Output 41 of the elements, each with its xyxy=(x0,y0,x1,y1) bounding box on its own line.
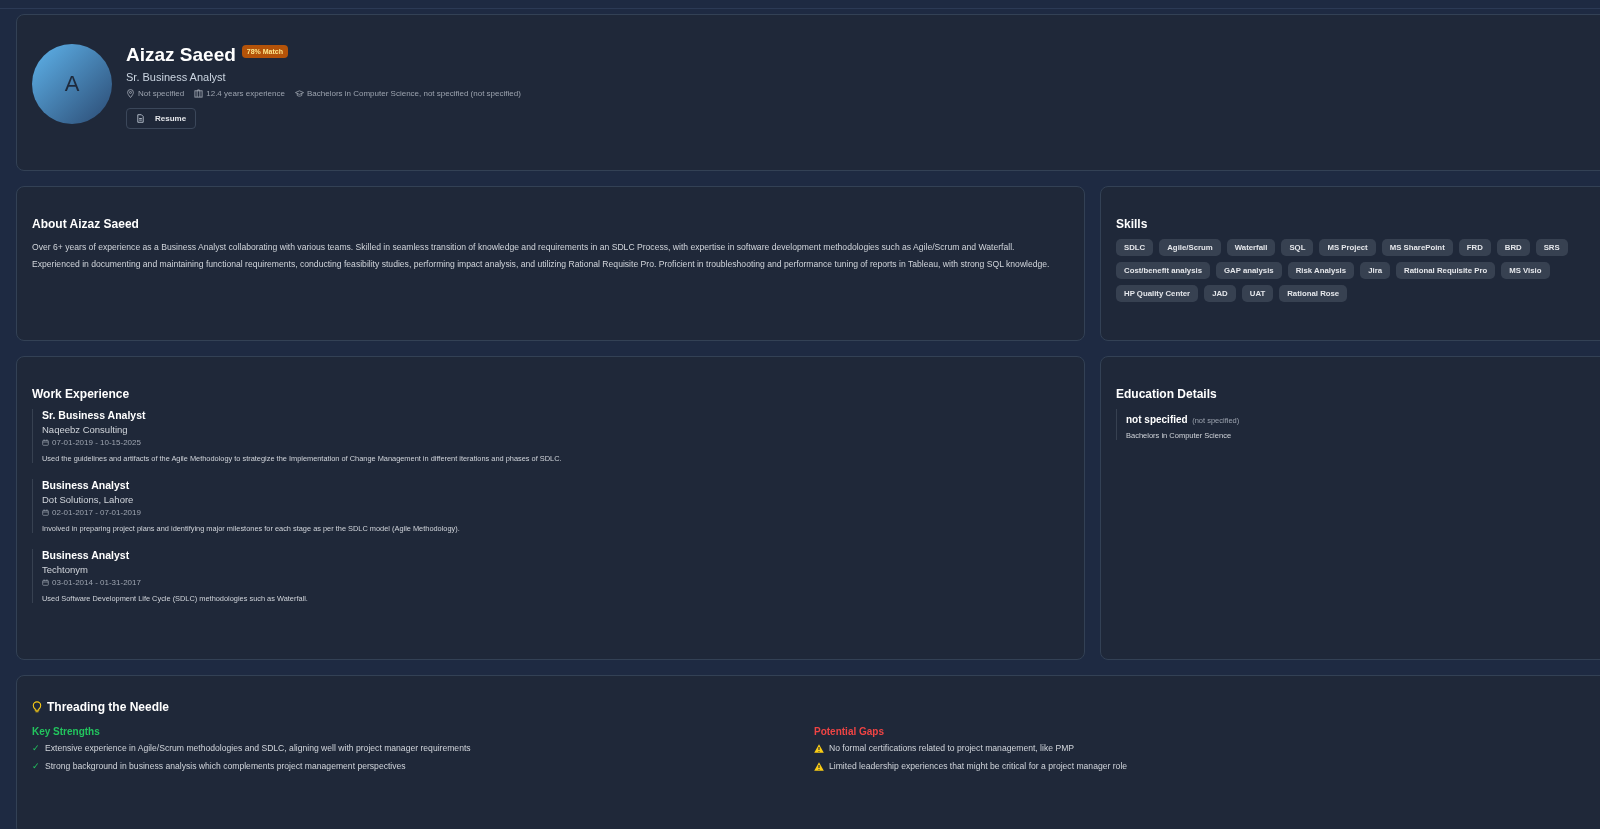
calendar-icon xyxy=(42,509,49,516)
gap-text: No formal certifications related to project management, like PMP xyxy=(829,743,1075,753)
section-heading: About Aizaz Saeed xyxy=(32,217,140,231)
date-range: 02-01-2017 - 07-01-2019 xyxy=(52,508,141,517)
section-heading: Skills xyxy=(1116,217,1149,231)
check-icon: ✓ xyxy=(32,761,40,771)
strengths-heading: Key Strengths xyxy=(32,726,101,737)
section-heading: Education Details xyxy=(1116,387,1218,401)
calendar-icon xyxy=(42,439,49,446)
date-range: 03-01-2014 - 01-31-2017 xyxy=(52,578,141,587)
position-title: Sr. Business Analyst xyxy=(42,409,147,421)
company-name: Dot Solutions, Lahore xyxy=(42,494,135,505)
position-title: Business Analyst xyxy=(42,479,131,491)
document-icon xyxy=(136,114,145,123)
strength-text: Extensive experience in Agile/Scrum methodologies and SDLC, aligning well with project manager requirements xyxy=(45,743,471,753)
location-text: Not specified xyxy=(138,89,185,98)
location-pin-icon xyxy=(126,89,135,98)
position-title: Business Analyst xyxy=(42,549,131,561)
warning-icon xyxy=(814,743,824,753)
date-range: 07-01-2019 - 10-15-2025 xyxy=(52,438,141,447)
section-heading: Threading the Needle xyxy=(47,700,170,714)
section-heading: Work Experience xyxy=(32,387,131,401)
candidate-name: Aizaz Saeed xyxy=(126,44,236,66)
calendar-icon xyxy=(42,579,49,586)
warning-icon xyxy=(814,761,824,771)
institution-name: not specified xyxy=(1126,414,1188,425)
lightbulb-icon xyxy=(32,701,42,713)
building-icon xyxy=(194,89,204,98)
education-text: Bachelors in Computer Science, not specified (not specified) xyxy=(306,89,521,98)
company-name: Naqeebz Consulting xyxy=(42,424,129,435)
gaps-heading: Potential Gaps xyxy=(814,726,885,737)
strength-text: Strong background in business analysis which complements project management perspectives xyxy=(45,761,406,771)
graduation-cap-icon xyxy=(294,89,304,98)
job-title: Sr. Business Analyst xyxy=(126,71,227,83)
resume-button[interactable]: Resume xyxy=(126,108,197,129)
gap-text: Limited leadership experiences that might be critical for a project manager role xyxy=(829,761,1128,771)
check-icon: ✓ xyxy=(32,743,40,753)
company-name: Techtonym xyxy=(42,564,89,575)
avatar: A xyxy=(32,44,112,124)
about-text: Over 6+ years of experience as a Business Analyst collaborating with various teams. Skilled in seamless transition of knowledge and requirements in an SDLC Process, with expertise in software development methodologies such as Agile/Scrum and Waterfall. Experienced in documenting and maintaining functional requirements, conducting feasibility studies, performing impact analysis, and utilizing Rational Requisite Pro. Proficient in troubleshooting and performance tuning of reports in Tableau, with strong SQL knowledge. xyxy=(32,241,1051,271)
experience-text: 12.4 years experience xyxy=(206,89,285,98)
